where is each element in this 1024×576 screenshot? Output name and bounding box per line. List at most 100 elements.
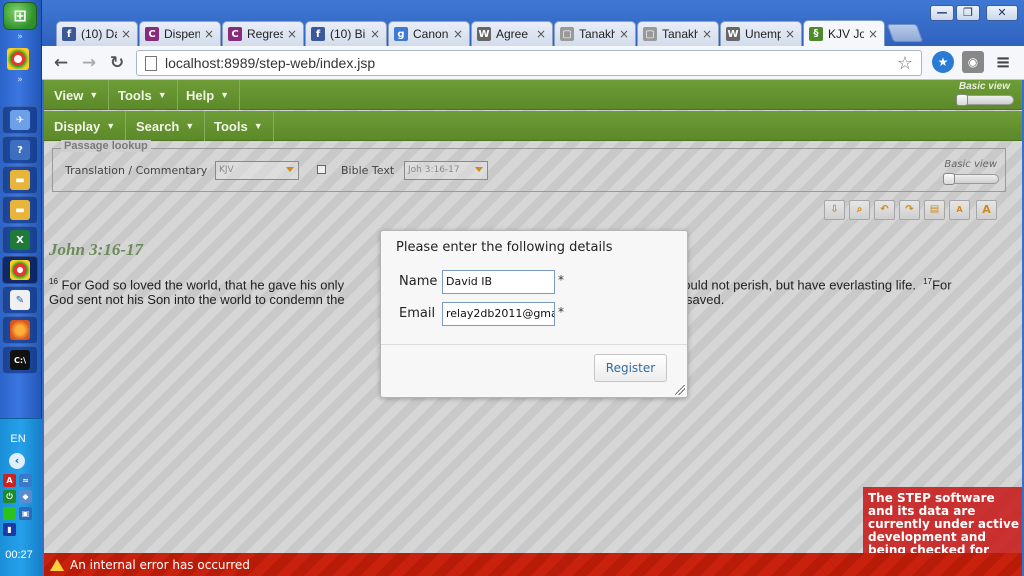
tab-title: Agree	[496, 27, 529, 41]
passage-lookup-panel: Passage lookup Translation / Commentary …	[52, 140, 1006, 192]
usb-icon[interactable]: ▮	[3, 523, 16, 536]
browser-tab[interactable]: C Regress ×	[222, 21, 304, 46]
tab-close-icon[interactable]: ×	[204, 27, 214, 41]
slider-knob[interactable]	[956, 94, 968, 106]
tab-close-icon[interactable]: ×	[287, 27, 297, 41]
chevron-down-icon	[475, 167, 483, 172]
battery-icon[interactable]	[3, 507, 16, 520]
display-icon[interactable]: ▣	[19, 507, 32, 520]
smaller-font-button[interactable]: A	[949, 200, 970, 220]
new-tab-button[interactable]	[886, 24, 924, 42]
clock[interactable]: 00:27	[0, 549, 38, 561]
options-checkbox[interactable]	[317, 165, 326, 174]
antivirus-icon[interactable]: A	[3, 474, 16, 487]
tab-close-icon[interactable]: ×	[619, 27, 629, 41]
menu-help[interactable]: Help ▼	[176, 80, 241, 110]
basic-view-label: Basic view	[958, 81, 1010, 92]
browser-tab[interactable]: W Unempl ×	[720, 21, 802, 46]
verse-text: For God so loved the world, that he gave…	[57, 277, 345, 293]
menu-search[interactable]: Search ▼	[126, 111, 206, 141]
resize-grip-icon[interactable]	[675, 385, 685, 395]
menu-view[interactable]: View ▼	[44, 80, 110, 110]
dropbox-icon[interactable]: ◆	[19, 490, 32, 503]
translation-label: Translation / Commentary	[65, 164, 208, 177]
browser-tab[interactable]: § KJV Jol ×	[803, 20, 885, 46]
back-button[interactable]: ←	[50, 52, 72, 74]
translation-value: KJV	[219, 165, 234, 175]
browser-tab[interactable]: W Agree ×	[471, 21, 553, 46]
tab-close-icon[interactable]: ×	[370, 27, 380, 41]
chrome-icon[interactable]	[7, 48, 29, 70]
bookmark-star-icon[interactable]: ☆	[897, 53, 913, 74]
menu-label: Search	[136, 118, 180, 134]
menu-tools[interactable]: Tools ▼	[108, 80, 178, 110]
next-chapter-button[interactable]: ↷	[899, 200, 920, 220]
lookup-view-slider[interactable]	[943, 173, 999, 185]
close-window-button[interactable]: ✕	[986, 5, 1018, 21]
verse-text: God sent not his Son into the world to c…	[49, 292, 345, 307]
network-icon[interactable]: ≈	[19, 474, 32, 487]
browser-tab[interactable]: ▢ Tanakh ×	[637, 21, 719, 46]
name-field[interactable]: David IB	[442, 270, 555, 294]
browser-tab[interactable]: f (10) Bil ×	[305, 21, 387, 46]
tab-close-icon[interactable]: ×	[702, 27, 712, 41]
extension-star-icon[interactable]: ★	[932, 51, 954, 73]
verse-text: For	[932, 277, 952, 293]
menu-tools-2[interactable]: Tools ▼	[204, 111, 274, 141]
tab-close-icon[interactable]: ×	[785, 27, 795, 41]
basic-view-slider[interactable]	[956, 94, 1014, 106]
start-button[interactable]: ⊞	[3, 2, 37, 30]
taskbar-app-8[interactable]	[2, 316, 38, 344]
quicklaunch-expand-2[interactable]: »	[5, 76, 35, 85]
tab-title: Tanakh	[662, 27, 698, 41]
name-label: Name	[399, 274, 438, 289]
register-button[interactable]: Register	[594, 354, 667, 382]
power-icon[interactable]: ⏻	[3, 490, 16, 503]
bookmark-pin-button[interactable]: ⇩	[824, 200, 845, 220]
address-bar[interactable]: localhost:8989/step-web/index.jsp ☆	[136, 50, 922, 76]
taskbar-app-9[interactable]: C:\	[2, 346, 38, 374]
minimize-button[interactable]: —	[930, 5, 954, 21]
taskbar-app-5[interactable]: X	[2, 226, 38, 254]
tab-title: (10) Bil	[330, 27, 366, 41]
search-passage-button[interactable]: ⌕	[849, 200, 870, 220]
sync-passage-button[interactable]: ▤	[924, 200, 945, 220]
taskbar-app-7[interactable]: ✎	[2, 286, 38, 314]
utility-icon: ?	[10, 140, 30, 160]
menu-label: View	[54, 87, 84, 103]
taskbar-app-1[interactable]: ✈	[2, 106, 38, 134]
bible-text-select[interactable]: Joh 3:16-17	[404, 161, 488, 180]
tab-close-icon[interactable]: ×	[453, 27, 463, 41]
menu-display[interactable]: Display ▼	[44, 111, 127, 141]
slider-knob[interactable]	[943, 173, 955, 185]
larger-font-button[interactable]: A	[976, 200, 997, 220]
language-indicator[interactable]: EN	[0, 433, 36, 445]
tab-close-icon[interactable]: ×	[868, 27, 878, 41]
tab-title: (10) Da	[81, 27, 117, 41]
reload-button[interactable]: ↻	[106, 52, 128, 74]
name-required-marker: *	[558, 273, 564, 287]
tab-close-icon[interactable]: ×	[121, 27, 131, 41]
previous-chapter-button[interactable]: ↶	[874, 200, 895, 220]
taskbar-app-2[interactable]: ?	[2, 136, 38, 164]
windows-taskbar: ⊞ » » ✈ ? ▬ ▬ X ✎ C:\ EN ‹ A ≈ ⏻ ◆ ▣ ▮ 0…	[0, 0, 42, 576]
url-text[interactable]: localhost:8989/step-web/index.jsp	[165, 55, 375, 71]
system-tray: EN ‹ A ≈ ⏻ ◆ ▣ ▮ 00:27	[0, 418, 42, 576]
tab-close-icon[interactable]: ×	[536, 27, 546, 41]
menu-label: Help	[186, 87, 215, 103]
menu-icon[interactable]: ≡	[992, 51, 1014, 73]
email-field[interactable]: relay2db2011@gmail.	[442, 302, 555, 326]
tray-expand-button[interactable]: ‹	[9, 453, 25, 469]
restore-button[interactable]: ❐	[956, 5, 980, 21]
quicklaunch-expand[interactable]: »	[5, 33, 35, 42]
browser-tab[interactable]: f (10) Da ×	[56, 21, 138, 46]
translation-select[interactable]: KJV	[215, 161, 299, 180]
browser-tab[interactable]: g Canon ×	[388, 21, 470, 46]
browser-tab[interactable]: C Dispens ×	[139, 21, 221, 46]
taskbar-app-6[interactable]	[2, 256, 38, 284]
taskbar-app-4[interactable]: ▬	[2, 196, 38, 224]
taskbar-app-3[interactable]: ▬	[2, 166, 38, 194]
extension-eye-icon[interactable]: ◉	[962, 51, 984, 73]
forward-button[interactable]: →	[78, 52, 100, 74]
browser-tab[interactable]: ▢ Tanakh ×	[554, 21, 636, 46]
